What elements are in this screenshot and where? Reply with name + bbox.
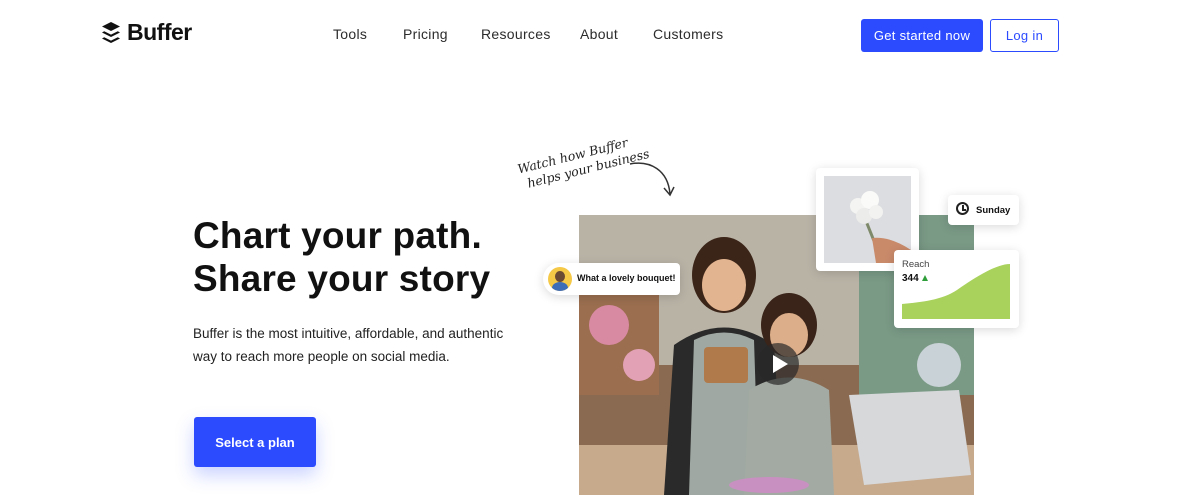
select-plan-button[interactable]: Select a plan (194, 417, 316, 467)
reach-card: Reach 344 (894, 250, 1019, 328)
schedule-day: Sunday (976, 205, 1011, 216)
hero-title-line-2: Share your story (193, 258, 491, 299)
comment-card: What a lovely bouquet! (543, 263, 680, 295)
nav-pricing[interactable]: Pricing (403, 26, 448, 42)
nav-resources[interactable]: Resources (481, 26, 551, 42)
nav-about[interactable]: About (580, 26, 618, 42)
comment-text: What a lovely bouquet! (577, 273, 676, 283)
hero-description: Buffer is the most intuitive, affordable… (193, 326, 504, 364)
avatar (548, 267, 572, 291)
nav-customers[interactable]: Customers (653, 26, 723, 42)
curved-arrow-icon (629, 162, 675, 197)
reach-area-chart (902, 264, 1010, 319)
get-started-button[interactable]: Get started now (861, 19, 983, 52)
log-in-button[interactable]: Log in (990, 19, 1059, 52)
clock-icon (956, 202, 969, 215)
hero-title-line-1: Chart your path. (193, 215, 482, 256)
schedule-card: Sunday (948, 195, 1019, 225)
play-button[interactable] (757, 343, 799, 385)
hero-title: Chart your path. Share your story (193, 214, 490, 300)
nav-tools[interactable]: Tools (333, 26, 367, 42)
